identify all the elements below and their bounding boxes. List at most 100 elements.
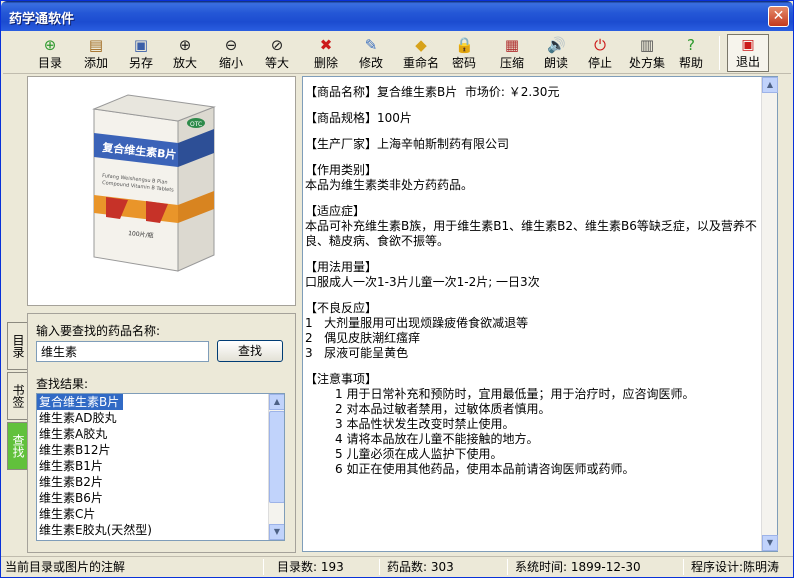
toolbar-button-13[interactable]: ▥ 处方集: [623, 34, 671, 72]
stop-power-icon: ⏻: [594, 36, 606, 54]
lock-icon: 🔒: [455, 36, 474, 54]
toolbar-label: 目录: [37, 56, 62, 70]
detail-line: 1 大剂量服用可出现烦躁疲倦食欲减退等: [305, 316, 529, 330]
details-scroll-down-button[interactable]: ▼: [762, 535, 778, 551]
toolbar-label: 停止: [587, 56, 612, 70]
details-scrollbar[interactable]: ▲ ▼: [761, 77, 778, 551]
toolbar-label: 压缩: [499, 56, 524, 70]
detail-section: 【不良反应】 1 大剂量服用可出现烦躁疲倦食欲减退等 2 偶见皮肤潮红瘙痒 3 尿液可…: [305, 301, 761, 361]
status-system-time: 系统时间: 1899-12-30: [515, 560, 641, 574]
delete-icon: ✖: [319, 36, 333, 54]
tab-bookmarks[interactable]: 书签: [7, 372, 27, 420]
scroll-down-button[interactable]: ▼: [269, 524, 284, 540]
window-title: 药学通软件: [9, 12, 75, 27]
toolbar-label: 密码: [451, 56, 476, 70]
detail-line: 【作用类别】: [305, 163, 378, 177]
toolbar-button-2[interactable]: ▣ 另存: [121, 34, 161, 72]
search-panel: 输入要查找的药品名称: 查找 查找结果: 复合维生素B片维生素AD胶丸维生素A胶…: [27, 313, 296, 553]
zoom-out-icon: ⊖: [224, 36, 238, 54]
add-folder-icon: ▤: [88, 36, 104, 54]
result-item[interactable]: 维生素AD胶丸: [37, 410, 284, 426]
search-input[interactable]: [36, 341, 209, 362]
exit-button[interactable]: ▣ 退出: [727, 34, 769, 72]
results-scrollbar[interactable]: ▲ ▼: [268, 394, 284, 540]
details-pane: 【商品名称】复合维生素B片 市场价: ￥2.30元 【商品规格】100片【生产厂家…: [302, 76, 778, 552]
detail-line: 【适应症】: [305, 204, 366, 218]
scroll-up-button[interactable]: ▲: [269, 394, 284, 410]
result-item[interactable]: 维生素B6片: [37, 490, 284, 506]
detail-line-indented: 1 用于日常补充和预防时，宜用最低量；用于治疗时，应咨询医师。: [335, 387, 695, 401]
toolbar-label: 删除: [313, 56, 338, 70]
result-item[interactable]: 维生素B2片: [37, 474, 284, 490]
detail-section: 【用法用量】 口服成人一次1-3片儿童一次1-2片; 一日3次: [305, 260, 761, 290]
detail-line-indented: 6 如正在使用其他药品，使用本品前请咨询医师或药师。: [335, 462, 635, 476]
detail-line: 【不良反应】: [305, 301, 378, 315]
status-drug-count: 药品数: 303: [387, 560, 454, 574]
detail-section: 【作用类别】 本品为维生素类非处方药药品。: [305, 163, 761, 193]
product-image: OTC 复合维生素B片 Fufang Weishengsu B Pian Com…: [27, 76, 296, 306]
detail-section: 【生产厂家】上海辛帕斯制药有限公司: [305, 137, 761, 152]
detail-line: 【用法用量】: [305, 260, 378, 274]
toolbar-label: 放大: [172, 56, 197, 70]
status-hint: 当前目录或图片的注解: [5, 560, 126, 574]
vertical-tabs: 目录 书签 查找: [5, 314, 27, 553]
toolbar-label: 重命名: [402, 56, 439, 70]
result-item[interactable]: 复合维生素B片: [37, 394, 124, 410]
compress-icon: ▦: [504, 36, 520, 54]
toolbar-button-14[interactable]: ? 帮助: [671, 34, 711, 72]
close-button[interactable]: ✕: [768, 6, 789, 27]
toolbar-label: 帮助: [678, 56, 703, 70]
toolbar-label: 添加: [83, 56, 108, 70]
detail-line-indented: 2 对本品过敏者禁用，过敏体质者慎用。: [335, 402, 551, 416]
results-label: 查找结果:: [36, 377, 89, 391]
toolbar-button-3[interactable]: ⊕ 放大: [165, 34, 205, 72]
speaker-icon: 🔊: [547, 36, 566, 54]
scroll-thumb[interactable]: [269, 411, 284, 503]
plus-circle-icon: ⊕: [43, 36, 57, 54]
toolbar-label: 朗读: [543, 56, 568, 70]
toolbar-button-5[interactable]: ⊘ 等大: [257, 34, 297, 72]
detail-section: 【注意事项】 1 用于日常补充和预防时，宜用最低量；用于治疗时，应咨询医师。 2 对…: [305, 372, 761, 477]
result-item[interactable]: 维生素B1片: [37, 458, 284, 474]
toolbar-button-11[interactable]: 🔊 朗读: [536, 34, 576, 72]
otc-logo-text: OTC: [190, 121, 202, 128]
detail-line-indented: 5 儿童必须在成人监护下使用。: [335, 447, 503, 461]
detail-line: 【商品名称】复合维生素B片 市场价: ￥2.30元: [305, 85, 560, 99]
exit-icon: ▣: [741, 37, 755, 53]
left-pane: OTC 复合维生素B片 Fufang Weishengsu B Pian Com…: [5, 76, 296, 553]
detail-line: 2 偶见皮肤潮红瘙痒: [305, 331, 421, 345]
app-window: 药学通软件 ✕ ⊕ 目录 ▤ 添加 ▣ 另存 ⊕ 放大 ⊖ 缩小 ⊘ 等大 ✖ 删除 ✎ 修改 ◆ 重命名 🔒 密码 ▦…: [0, 0, 794, 578]
title-bar: 药学通软件 ✕: [1, 1, 793, 31]
tab-catalog[interactable]: 目录: [7, 322, 27, 370]
search-button[interactable]: 查找: [217, 340, 283, 362]
toolbar-button-0[interactable]: ⊕ 目录: [33, 34, 67, 72]
toolbar-button-1[interactable]: ▤ 添加: [77, 34, 115, 72]
toolbar-button-8[interactable]: ◆ 重命名: [396, 34, 446, 72]
results-list[interactable]: 复合维生素B片 维生素AD胶丸 维生素A胶丸 维生素B12片 维生素B1片 维生素B2片维…: [36, 393, 285, 541]
detail-section: 【商品规格】100片: [305, 111, 761, 126]
result-item[interactable]: 维生素C片: [37, 506, 284, 522]
result-item[interactable]: 维生素A胶丸: [37, 426, 284, 442]
toolbar-label: 另存: [128, 56, 153, 70]
zoom-actual-icon: ⊘: [270, 36, 284, 54]
rename-icon: ◆: [415, 36, 427, 54]
toolbar-button-12[interactable]: ⏻ 停止: [580, 34, 620, 72]
toolbar-button-7[interactable]: ✎ 修改: [352, 34, 390, 72]
toolbar-button-4[interactable]: ⊖ 缩小: [211, 34, 251, 72]
document-icon: ▥: [639, 36, 655, 54]
result-item[interactable]: 维生素B12片: [37, 442, 284, 458]
exit-label: 退出: [735, 55, 760, 69]
status-designer: 程序设计:陈明涛: [691, 560, 780, 574]
toolbar-label: 处方集: [628, 56, 665, 70]
toolbar-label: 等大: [264, 56, 289, 70]
toolbar-button-6[interactable]: ✖ 删除: [306, 34, 346, 72]
details-scroll-up-button[interactable]: ▲: [762, 77, 778, 93]
edit-icon: ✎: [364, 36, 378, 54]
toolbar-button-10[interactable]: ▦ 压缩: [492, 34, 532, 72]
detail-line: 口服成人一次1-3片儿童一次1-2片; 一日3次: [305, 275, 540, 289]
help-icon: ?: [687, 36, 695, 54]
tab-search[interactable]: 查找: [7, 422, 27, 470]
detail-line: 【商品规格】100片: [305, 111, 412, 125]
toolbar-button-9[interactable]: 🔒 密码: [446, 34, 482, 72]
result-item[interactable]: 维生素E胶丸(天然型): [37, 522, 284, 538]
